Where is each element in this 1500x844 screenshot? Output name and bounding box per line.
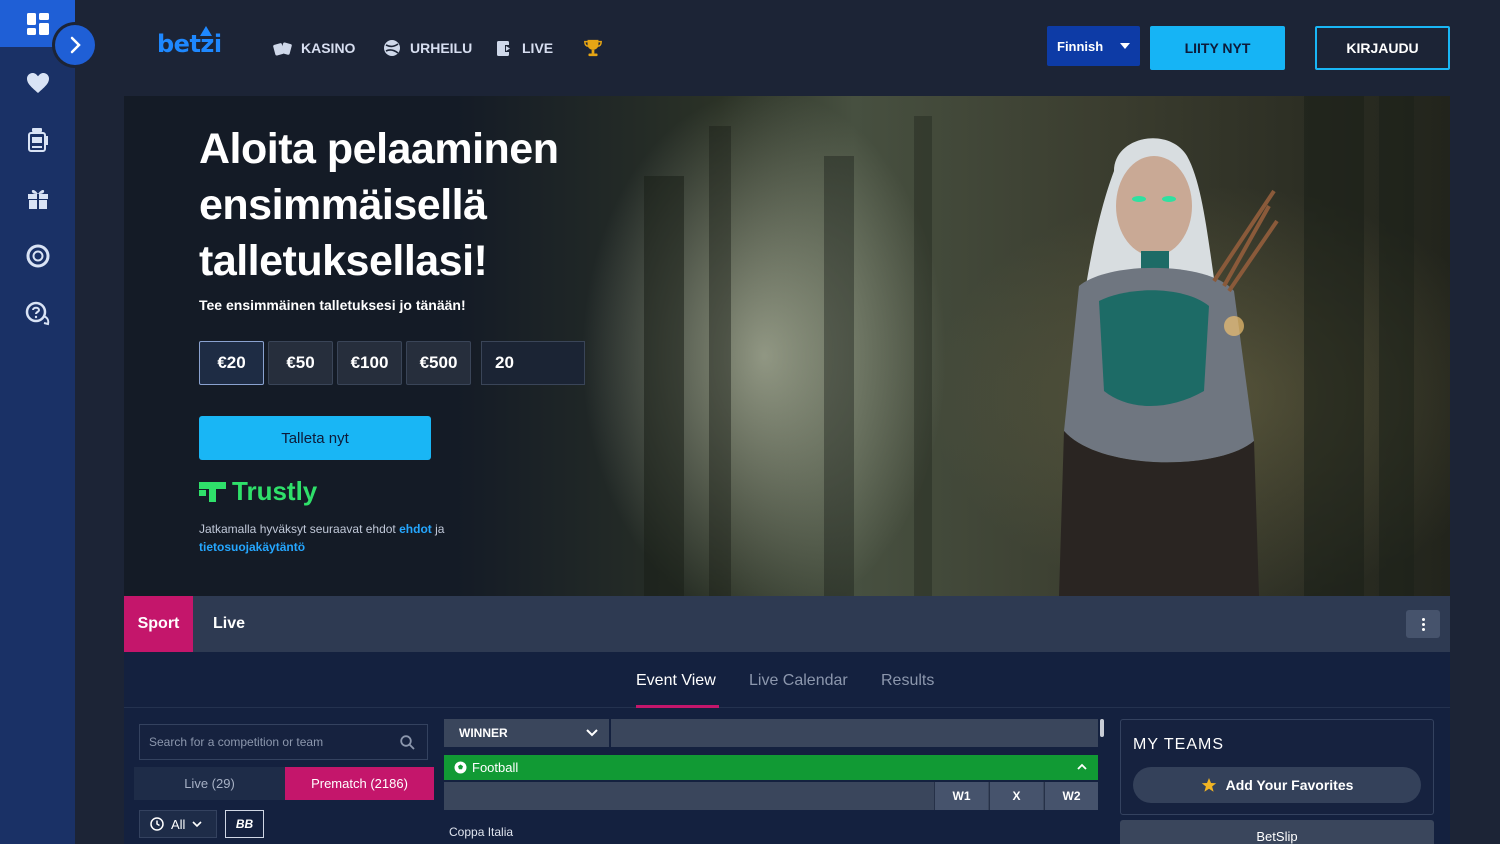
market-select[interactable]: WINNER (444, 719, 609, 747)
rail-casino[interactable] (24, 126, 52, 154)
tab-sport[interactable]: Sport (124, 596, 193, 652)
odds-header: W1 X W2 (444, 782, 1098, 810)
bet-builder-button[interactable]: BB (225, 810, 264, 838)
left-rail (0, 0, 95, 844)
rail-promotions[interactable] (24, 184, 52, 212)
tab-results[interactable]: Results (881, 672, 934, 690)
betzi-logo[interactable]: betzi (157, 26, 222, 58)
trustly-icon (199, 481, 226, 502)
competition-search-input[interactable]: Search for a competition or team (139, 724, 428, 760)
amount-button-20[interactable]: €20 (199, 341, 264, 385)
kebab-icon (1421, 617, 1425, 621)
view-tabs: Event View Live Calendar Results (124, 652, 1450, 708)
hero-banner: Aloita pelaaminen ensimmäisellä talletuk… (124, 96, 1450, 596)
rail-support[interactable] (24, 242, 52, 270)
hero-subtitle: Tee ensimmäinen talletuksesi jo tänään! (199, 297, 466, 313)
chevron-down-icon (192, 820, 203, 827)
deposit-button[interactable]: Talleta nyt (199, 416, 431, 460)
tab-live[interactable]: Live (213, 596, 245, 652)
star-icon (1201, 778, 1216, 792)
active-tab-indicator (636, 705, 719, 708)
join-button[interactable]: LIITY NYT (1150, 26, 1285, 70)
hero-title: Aloita pelaaminen ensimmäisellä talletuk… (199, 125, 559, 285)
live-icon (494, 38, 514, 58)
chevron-down-icon (1120, 43, 1130, 49)
tab-live-calendar[interactable]: Live Calendar (749, 672, 848, 690)
trustly-logo: Trustly (199, 476, 317, 507)
competition-name[interactable]: Coppa Italia (449, 825, 513, 839)
nav-casino[interactable]: KASINO (273, 38, 355, 58)
live-filter-tab[interactable]: Live (29) (134, 767, 285, 800)
chevron-up-icon (1077, 763, 1087, 770)
amount-input[interactable] (481, 341, 585, 385)
chevron-down-icon (586, 729, 598, 737)
clock-icon (150, 817, 164, 831)
top-bar: betzi KASINO URHEILU LIVE Finnish LIITY … (75, 0, 1500, 96)
grid-icon (27, 12, 49, 35)
market-bar (611, 719, 1098, 747)
language-select[interactable]: Finnish (1047, 26, 1140, 66)
amount-button-100[interactable]: €100 (337, 341, 402, 385)
sport-header-football[interactable]: Football (444, 755, 1098, 780)
betslip-button[interactable]: BetSlip (1120, 820, 1434, 844)
gift-icon (28, 189, 48, 209)
trophy-icon (583, 38, 603, 58)
odds-column-w1: W1 (934, 782, 988, 810)
odds-column-x: X (989, 782, 1043, 810)
my-teams-title: MY TEAMS (1133, 736, 1224, 753)
odds-column-w2: W2 (1044, 782, 1098, 810)
time-filter-select[interactable]: All (139, 810, 217, 838)
lifebuoy-icon (26, 244, 50, 268)
help-chat-icon (25, 301, 50, 326)
tab-event-view[interactable]: Event View (636, 672, 716, 690)
terms-text: Jatkamalla hyväksyt seuraavat ehdot ehdo… (199, 522, 445, 554)
heart-icon (27, 73, 49, 93)
nav-live[interactable]: LIVE (494, 38, 553, 58)
football-icon (454, 761, 467, 774)
prematch-filter-tab[interactable]: Prematch (2186) (285, 767, 434, 800)
amount-button-50[interactable]: €50 (268, 341, 333, 385)
my-teams-panel: MY TEAMS Add Your Favorites (1120, 719, 1434, 815)
amount-button-500[interactable]: €500 (406, 341, 471, 385)
search-icon (400, 735, 415, 750)
sport-tab-bar: Sport Live (124, 596, 1450, 652)
slot-machine-icon (28, 128, 48, 152)
login-button[interactable]: KIRJAUDU (1315, 26, 1450, 70)
nav-sports[interactable]: URHEILU (382, 38, 472, 58)
privacy-link[interactable]: tietosuojakäytäntö (199, 540, 305, 554)
rail-favorites[interactable] (24, 69, 52, 97)
sportsbook-panel: Event View Live Calendar Results Search … (124, 652, 1450, 844)
ball-icon (382, 38, 402, 58)
rail-help[interactable] (24, 300, 52, 328)
elf-warrior-illustration (1059, 138, 1279, 596)
add-favorites-button[interactable]: Add Your Favorites (1133, 767, 1421, 803)
deposit-amounts: €20 €50 €100 €500 (199, 341, 585, 385)
terms-link[interactable]: ehdot (399, 522, 432, 536)
more-options-button[interactable] (1406, 610, 1440, 638)
scrollbar[interactable] (1100, 719, 1104, 737)
nav-tournaments[interactable] (583, 38, 603, 58)
cards-icon (273, 38, 293, 58)
